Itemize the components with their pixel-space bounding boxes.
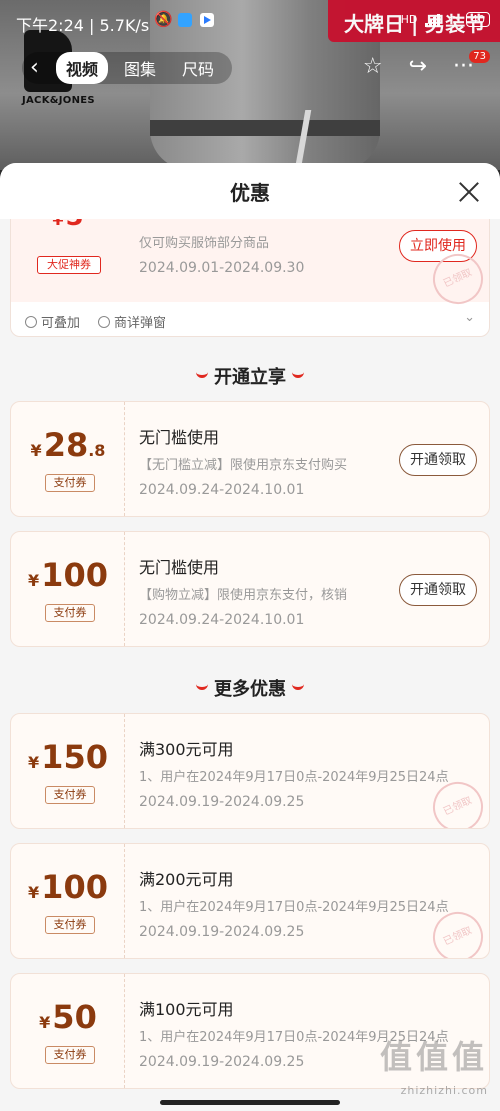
- favorite-star-icon[interactable]: ☆: [363, 54, 383, 79]
- coupon-date: 2024.09.19-2024.09.25: [139, 1054, 305, 1070]
- status-icons: HD ◠ 40: [401, 12, 490, 27]
- coupon-title: 无门槛使用: [139, 428, 220, 447]
- share-icon[interactable]: ↪: [409, 54, 427, 79]
- wifi-icon: ◠: [448, 13, 458, 26]
- popup-icon: [98, 316, 111, 328]
- back-icon[interactable]: ‹: [30, 52, 50, 84]
- coupon-desc: 1、用户在2024年9月17日0点-2024年9月25日24点: [139, 770, 449, 785]
- coupon-date: 2024.09.24-2024.10.01: [139, 482, 305, 498]
- mute-icon: 🔕: [154, 10, 173, 28]
- coupon-title: 满100元可用: [139, 1000, 234, 1019]
- coupon-date: 2024.09.01-2024.09.30: [139, 260, 305, 276]
- popup-feature: 商详弹窗: [98, 312, 166, 331]
- signal-icon: [425, 13, 441, 27]
- coupon-tag: 支付券: [45, 786, 95, 804]
- chevron-down-icon[interactable]: ⌄: [464, 310, 475, 325]
- status-time: 下午2:24 | 5.7K/s: [16, 16, 150, 35]
- tab-video[interactable]: 视频: [56, 52, 109, 84]
- tab-gallery[interactable]: 图集: [114, 52, 166, 84]
- section-more: 更多优惠: [0, 675, 500, 701]
- coupon-amount: ¥150: [28, 738, 108, 776]
- coupon-tag: 支付券: [45, 916, 95, 934]
- product-image-header: JACK&JONES 大牌日 | 男装节 下午2:24 | 5.7K/s 🔕 H…: [0, 0, 500, 170]
- open-coupon-card: ¥28.8 支付券 无门槛使用 【无门槛立减】限使用京东支付购买 2024.09…: [10, 401, 490, 517]
- coupon-date: 2024.09.19-2024.09.25: [139, 924, 305, 940]
- open-coupon-card: ¥100 支付券 无门槛使用 【购物立减】限使用京东支付，核销 2024.09.…: [10, 531, 490, 647]
- message-badge: 73: [469, 50, 490, 63]
- brand-name: JACK&JONES: [22, 95, 95, 106]
- coupon-sheet: 优惠 ¥5 大促神券 仅可购买服饰部分商品 2024.09.01-2024.09…: [0, 163, 500, 1111]
- more-coupon-card[interactable]: ¥100 支付券 满200元可用 1、用户在2024年9月17日0点-2024年…: [10, 843, 490, 959]
- watermark-logo: 值值值: [379, 1038, 488, 1076]
- section-open: 开通立享: [0, 363, 500, 389]
- coupon-amount: ¥100: [28, 868, 108, 906]
- network-hd-label: HD: [400, 13, 418, 26]
- coupon-desc: 仅可购买服饰部分商品: [139, 236, 270, 251]
- more-coupon-card[interactable]: ¥150 支付券 满300元可用 1、用户在2024年9月17日0点-2024年…: [10, 713, 490, 829]
- stack-icon: [25, 316, 37, 328]
- stackable-feature: 可叠加: [25, 312, 80, 331]
- coupon-title: 满200元可用: [139, 870, 234, 889]
- coupon-desc: 1、用户在2024年9月17日0点-2024年9月25日24点: [139, 900, 449, 915]
- coupon-amount: ¥100: [28, 556, 108, 594]
- battery-icon: 40: [466, 12, 490, 27]
- coupon-desc: 【购物立减】限使用京东支付，核销: [139, 588, 348, 603]
- coupon-desc: 【无门槛立减】限使用京东支付购买: [139, 458, 348, 473]
- first-coupon-card: ¥5 大促神券 仅可购买服饰部分商品 2024.09.01-2024.09.30…: [10, 201, 490, 337]
- coupon-title: 满300元可用: [139, 740, 234, 759]
- sheet-title: 优惠: [0, 163, 500, 219]
- coupon-title: 无门槛使用: [139, 558, 220, 577]
- coupon-date: 2024.09.24-2024.10.01: [139, 612, 305, 628]
- coupon-tag: 支付券: [45, 604, 95, 622]
- open-claim-button[interactable]: 开通领取: [399, 574, 477, 606]
- tab-size[interactable]: 尺码: [172, 52, 224, 84]
- coupon-tag: 支付券: [45, 1046, 95, 1064]
- coupon-date: 2024.09.19-2024.09.25: [139, 794, 305, 810]
- coupon-amount: ¥50: [39, 998, 97, 1036]
- coupon-tag: 支付券: [45, 474, 95, 492]
- header-tools: ☆ ↪ ···: [363, 54, 474, 79]
- coupon-amount: ¥28.8: [30, 426, 106, 464]
- home-indicator[interactable]: [160, 1100, 340, 1105]
- status-bar: 下午2:24 | 5.7K/s 🔕 HD ◠ 40: [0, 0, 500, 42]
- open-claim-button[interactable]: 开通领取: [399, 444, 477, 476]
- coupon-features: 可叠加 商详弹窗: [25, 312, 166, 331]
- play-store-icon: [200, 13, 214, 27]
- coupon-tag: 大促神券: [37, 256, 101, 274]
- close-icon[interactable]: [458, 181, 480, 203]
- media-tab-bar: ‹ 视频 图集 尺码: [22, 52, 233, 84]
- watermark-site: zhizhizhi.com: [400, 1084, 488, 1097]
- product-waistband: [150, 120, 380, 136]
- app-notification-icon: [178, 13, 192, 27]
